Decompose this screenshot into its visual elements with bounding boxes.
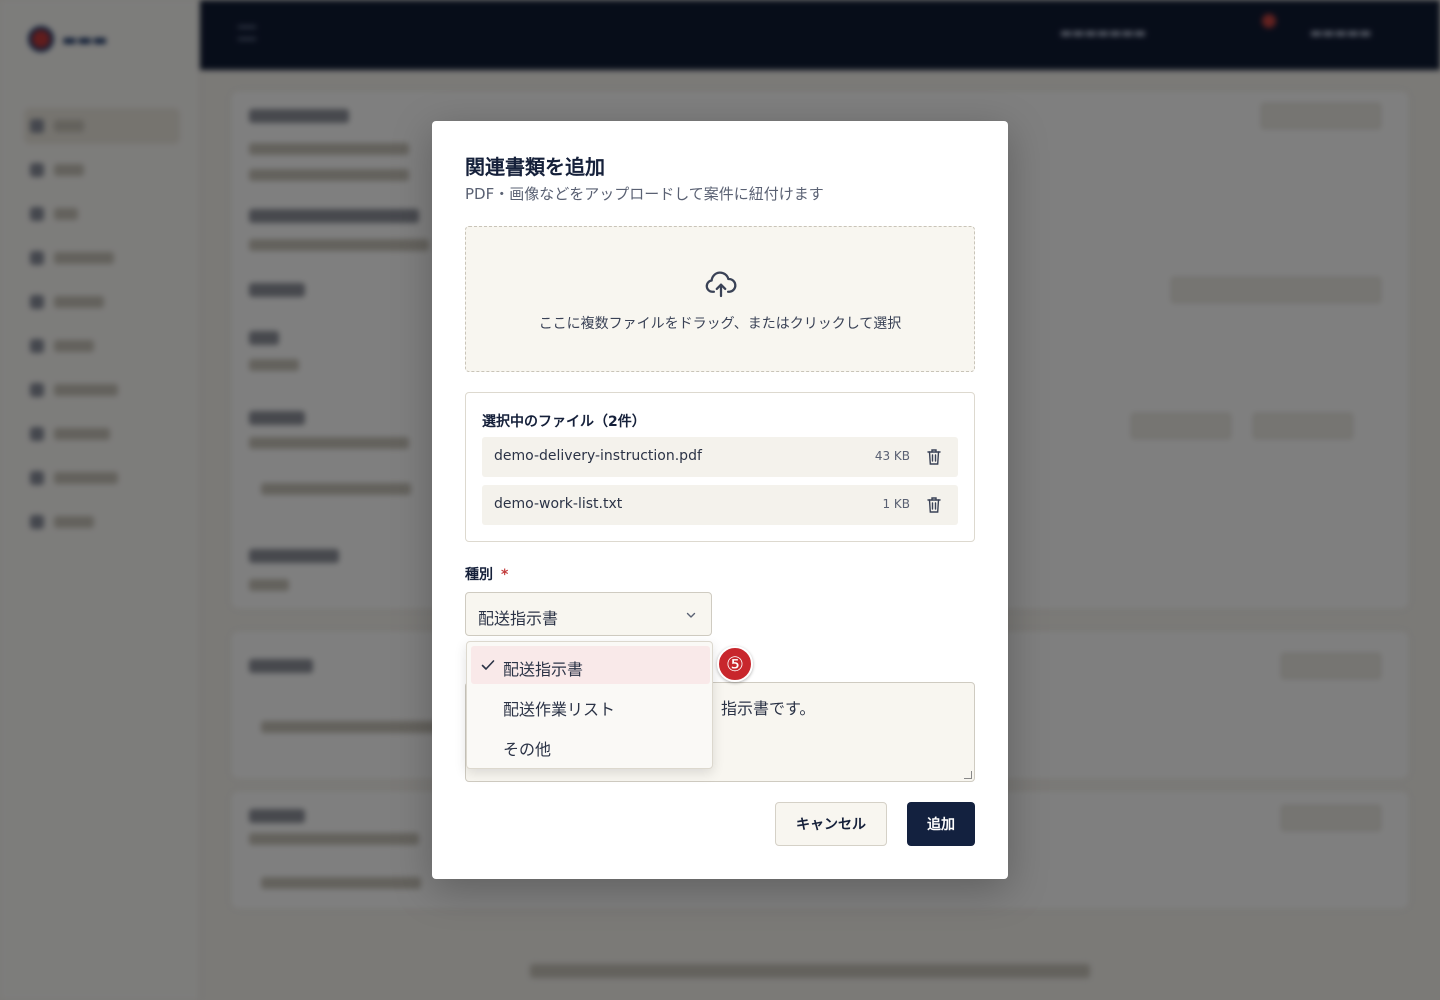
selected-files-title: 選択中のファイル（2件） xyxy=(482,414,646,430)
cloud-upload-icon xyxy=(705,271,737,298)
trash-icon[interactable] xyxy=(926,496,942,514)
check-icon xyxy=(481,660,495,670)
selected-files-panel: 選択中のファイル（2件） demo-delivery-instruction.p… xyxy=(465,392,975,542)
dropzone-text: ここに複数ファイルをドラッグ、またはクリックして選択 xyxy=(538,316,902,332)
file-name: demo-delivery-instruction.pdf xyxy=(494,448,702,464)
type-select[interactable]: 配送指示書 xyxy=(465,592,712,636)
file-row: demo-work-list.txt 1 KB xyxy=(482,485,958,525)
type-option-label: その他 xyxy=(503,740,552,759)
type-option-label: 配送作業リスト xyxy=(503,700,616,719)
cancel-button[interactable]: キャンセル xyxy=(775,802,887,846)
step-number-badge: ⑤ xyxy=(717,646,753,682)
trash-icon[interactable] xyxy=(926,448,942,466)
file-row: demo-delivery-instruction.pdf 43 KB xyxy=(482,437,958,477)
type-label: 種別 * xyxy=(465,564,508,584)
type-option-label: 配送指示書 xyxy=(503,660,584,679)
add-button[interactable]: 追加 xyxy=(907,802,975,846)
file-name: demo-work-list.txt xyxy=(494,496,623,512)
type-option[interactable]: 配送指示書 xyxy=(471,646,710,684)
resize-grip[interactable] xyxy=(964,771,972,779)
dialog-title: 関連書類を追加 xyxy=(465,155,605,179)
type-option[interactable]: その他 xyxy=(471,726,710,764)
type-label-text: 種別 xyxy=(465,567,493,583)
type-option[interactable]: 配送作業リスト xyxy=(471,686,710,724)
chevron-down-icon xyxy=(686,612,696,618)
required-mark: * xyxy=(501,567,509,583)
file-dropzone[interactable]: ここに複数ファイルをドラッグ、またはクリックして選択 xyxy=(465,226,975,372)
memo-text: 指示書です。 xyxy=(721,699,816,718)
file-size: 1 KB xyxy=(882,497,910,511)
file-size: 43 KB xyxy=(874,449,910,463)
type-select-value: 配送指示書 xyxy=(478,609,559,628)
type-dropdown-menu: 配送指示書 配送作業リスト その他 xyxy=(466,641,713,769)
dialog-subtitle: PDF・画像などをアップロードして案件に紐付けます xyxy=(465,185,824,203)
